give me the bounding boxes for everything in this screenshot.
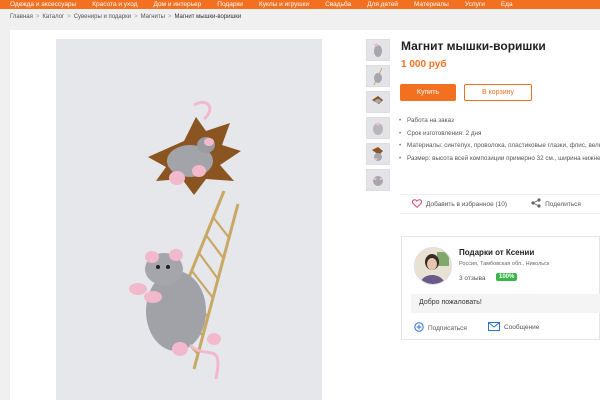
- thumbnail-image: [367, 92, 389, 112]
- seller-location: Россия, Тамбовская обл., Никольск: [459, 261, 550, 267]
- breadcrumb-current: Магнит мышки-воришки: [174, 14, 242, 20]
- seller-avatar-image: [415, 248, 451, 284]
- nav-item-wedding[interactable]: Свадьба: [325, 0, 351, 9]
- thumbnail-image: [367, 40, 389, 60]
- add-to-cart-button[interactable]: В корзину: [464, 84, 532, 101]
- breadcrumb-catalog[interactable]: Каталог: [42, 14, 64, 20]
- breadcrumb-separator: >: [67, 14, 71, 20]
- breadcrumb-separator: >: [167, 14, 172, 20]
- top-nav: Одежда и аксессуары Красота и уход Дом и…: [0, 0, 600, 9]
- nav-item-gifts[interactable]: Подарки: [217, 0, 243, 9]
- buy-button[interactable]: Купить: [400, 84, 456, 101]
- share-button[interactable]: Поделиться: [531, 198, 581, 210]
- thumbnail[interactable]: [366, 39, 390, 61]
- detail-size: Размер: высота всей композиции примерно …: [397, 154, 600, 164]
- nav-item-materials[interactable]: Материалы: [414, 0, 449, 9]
- thumbnail-list: [366, 39, 390, 195]
- add-to-favorites-button[interactable]: Добавить в избранное (10): [411, 198, 508, 210]
- envelope-icon: [488, 322, 500, 333]
- detail-made-to-order: Работа на заказ: [397, 116, 600, 126]
- thumbnail-image: [367, 144, 389, 164]
- breadcrumb-separator: >: [35, 14, 40, 20]
- thumbnail-image: [367, 118, 389, 138]
- nav-item-kids[interactable]: Для детей: [367, 0, 398, 9]
- thumbnail[interactable]: [366, 91, 390, 113]
- thumbnail[interactable]: [366, 143, 390, 165]
- subscribe-label: Подписаться: [428, 324, 467, 332]
- product-title: Магнит мышки-воришки: [401, 39, 546, 53]
- detail-production-time: Срок изготовления: 2 дня: [397, 129, 600, 139]
- product-main-photo[interactable]: [56, 39, 322, 400]
- breadcrumb-souvenirs[interactable]: Сувениры и подарки: [74, 14, 131, 20]
- nav-item-dolls[interactable]: Куклы и игрушки: [259, 0, 309, 9]
- send-message-button[interactable]: Сообщение: [488, 322, 539, 333]
- seller-reviews-link[interactable]: 3 отзыва: [459, 275, 486, 282]
- seller-rating-badge: 100%: [496, 273, 518, 281]
- breadcrumb-home[interactable]: Главная: [10, 14, 33, 20]
- product-photo-image: [56, 39, 322, 400]
- add-to-favorites-label: Добавить в избранное (10): [426, 200, 508, 208]
- subscribe-button[interactable]: Подписаться: [414, 322, 467, 334]
- thumbnail[interactable]: [366, 117, 390, 139]
- seller-avatar[interactable]: [414, 247, 452, 285]
- breadcrumb-magnets[interactable]: Магниты: [141, 14, 165, 20]
- product-actions-bar: Добавить в избранное (10) Поделиться: [400, 194, 600, 214]
- breadcrumb-separator: >: [134, 14, 138, 20]
- heart-icon: [411, 198, 423, 210]
- thumbnail-image: [367, 170, 389, 190]
- product-details-list: Работа на заказ Срок изготовления: 2 дня…: [397, 116, 600, 166]
- breadcrumb: Главная > Каталог > Сувениры и подарки >…: [10, 14, 241, 20]
- nav-item-beauty[interactable]: Красота и уход: [92, 0, 137, 9]
- nav-item-services[interactable]: Услуги: [465, 0, 485, 9]
- message-label: Сообщение: [504, 324, 540, 331]
- seller-name[interactable]: Подарки от Ксении: [459, 248, 534, 257]
- share-label: Поделиться: [545, 200, 581, 208]
- thumbnail-image: [367, 66, 389, 86]
- nav-item-clothing[interactable]: Одежда и аксессуары: [10, 0, 76, 9]
- seller-card: Подарки от Ксении Россия, Тамбовская обл…: [401, 236, 600, 340]
- thumbnail[interactable]: [366, 169, 390, 191]
- plus-icon: [414, 322, 424, 334]
- nav-item-food[interactable]: Еда: [501, 0, 513, 9]
- seller-welcome-message: Добро пожаловать!: [411, 294, 600, 313]
- thumbnail[interactable]: [366, 65, 390, 87]
- nav-item-home[interactable]: Дом и интерьер: [154, 0, 202, 9]
- product-price: 1 000 руб: [401, 59, 447, 70]
- share-icon: [531, 198, 541, 210]
- detail-materials: Материалы: синтепух, проволока, пластико…: [397, 141, 600, 151]
